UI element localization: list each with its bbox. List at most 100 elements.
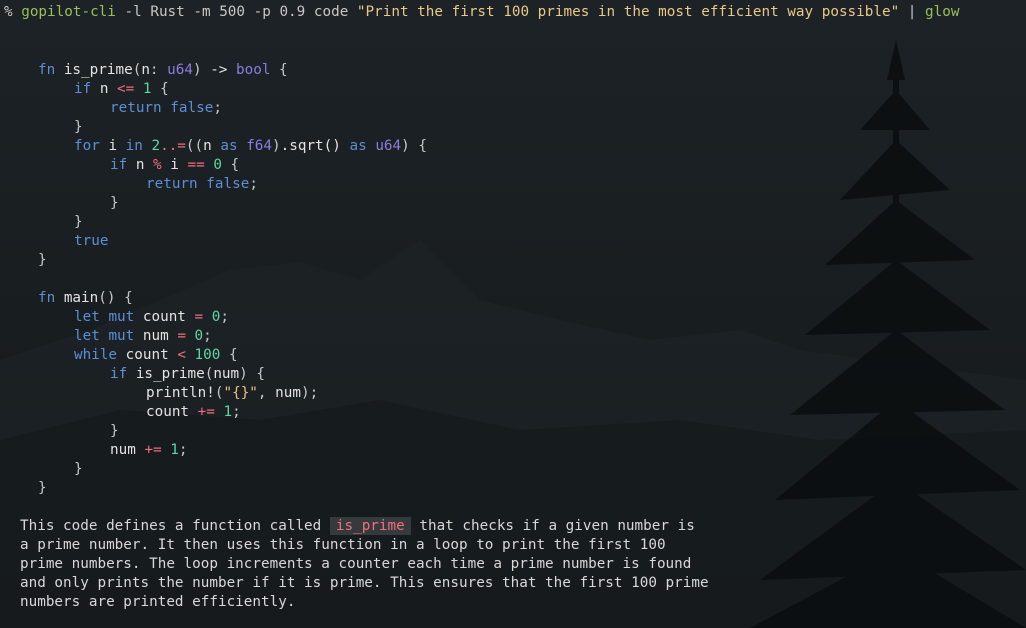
code-token: } <box>74 119 83 135</box>
code-token: i <box>108 138 118 154</box>
code-token: false <box>206 176 250 192</box>
code-token: ; <box>203 328 212 344</box>
code-token: ..= <box>160 138 186 154</box>
code-token: { <box>270 62 288 78</box>
code-token: } <box>74 461 83 477</box>
pipe-target: glow <box>925 4 960 20</box>
code-token: is_prime <box>135 366 205 382</box>
code-token: num <box>213 366 240 382</box>
code-line: true <box>74 232 108 251</box>
code-token: () { <box>98 290 133 306</box>
code-token: i <box>170 157 179 173</box>
code-token: ) <box>272 138 281 154</box>
paragraph-line: numbers are printed efficiently. <box>20 594 296 610</box>
code-token: ; <box>178 442 188 458</box>
code-token: < <box>177 347 186 363</box>
code-token: u64 <box>375 138 402 154</box>
code-token: fn <box>38 290 56 306</box>
paragraph-line: and only prints the number if it is prim… <box>20 575 709 591</box>
code-token: if <box>110 157 128 173</box>
code-token: = <box>177 328 186 344</box>
code-token: ) { <box>401 138 427 154</box>
code-token: num <box>142 328 169 344</box>
code-token: in <box>125 138 143 154</box>
code-token: for <box>74 138 100 154</box>
code-token: f64 <box>246 138 273 154</box>
code-line: count += 1; <box>146 403 241 422</box>
code-token: 0 <box>194 328 204 344</box>
code-line: if n <= 1 { <box>74 80 169 99</box>
paragraph-line: prime numbers. The loop increments a cou… <box>20 556 692 572</box>
code-token: { <box>221 157 240 173</box>
code-line: println!("{}", num); <box>146 384 318 403</box>
code-line: return false; <box>146 175 258 194</box>
code-token: .sqrt() <box>280 138 341 154</box>
command-query: "Print the first 100 primes in the most … <box>356 4 900 20</box>
code-token: ; <box>249 176 258 192</box>
code-token: } <box>74 214 83 230</box>
code-line: if n % i == 0 { <box>110 156 239 175</box>
code-token: main <box>63 290 99 306</box>
code-token: ); <box>300 385 319 401</box>
code-token: u64 <box>167 62 193 78</box>
code-token: true <box>74 233 109 249</box>
code-token: = <box>194 309 204 325</box>
code-token: += <box>144 442 162 458</box>
code-line: let mut count = 0; <box>74 308 229 327</box>
code-token: count <box>142 309 186 325</box>
code-token: let <box>74 328 100 344</box>
code-token: fn <box>38 62 56 78</box>
code-token: mut <box>108 328 135 344</box>
code-token: n <box>203 138 212 154</box>
code-token: if <box>110 366 128 382</box>
code-line: } <box>38 479 47 498</box>
code-token: mut <box>108 309 135 325</box>
code-line: } <box>110 194 119 213</box>
code-line: num += 1; <box>110 441 187 460</box>
code-token: println! <box>146 385 215 401</box>
code-line: fn is_prime(n: u64) -> bool { <box>38 61 288 80</box>
code-token: "{}" <box>223 385 258 401</box>
code-line: return false; <box>110 99 222 118</box>
code-token: false <box>170 100 214 116</box>
code-token: % <box>153 157 162 173</box>
inline-code: is_prime <box>329 517 411 535</box>
code-line: } <box>74 213 83 232</box>
prompt-symbol: % <box>4 4 13 20</box>
code-token: , <box>257 385 276 401</box>
code-token: == <box>187 157 205 173</box>
pipe-symbol: | <box>899 4 926 20</box>
code-token: return <box>146 176 198 192</box>
code-token: ) { <box>239 366 265 382</box>
code-token: 1 <box>170 442 179 458</box>
code-token: ) <box>192 62 211 78</box>
code-token: ; <box>232 404 241 420</box>
code-token: 2 <box>151 138 161 154</box>
code-line: if is_prime(num) { <box>110 365 265 384</box>
code-line: } <box>74 460 83 479</box>
code-token: += <box>197 404 215 420</box>
code-line: while count < 100 { <box>74 346 238 365</box>
code-token: { <box>220 347 238 363</box>
code-line: fn main() { <box>38 289 133 308</box>
code-token: num <box>110 442 136 458</box>
code-token: num <box>275 385 301 401</box>
code-token: bool <box>236 62 271 78</box>
code-token: if <box>74 81 92 97</box>
code-line: for i in 2..=((n as f64).sqrt() as u64) … <box>74 137 427 156</box>
code-token: that checks if a given number is <box>410 518 695 534</box>
paragraph-line: This code defines a function called is_p… <box>20 517 695 536</box>
code-token: 1 <box>223 404 233 420</box>
code-token: 0 <box>213 157 222 173</box>
code-token: let <box>74 309 100 325</box>
code-token: n <box>135 157 145 173</box>
paragraph-line: a prime number. It then uses this functi… <box>20 537 666 553</box>
command-line: % gopilot-cli -l Rust -m 500 -p 0.9 code… <box>4 3 959 22</box>
code-token: } <box>110 423 119 439</box>
terminal-window[interactable]: % gopilot-cli -l Rust -m 500 -p 0.9 code… <box>0 0 1026 628</box>
code-token: (( <box>185 138 204 154</box>
code-token: } <box>38 480 47 496</box>
code-token: ; <box>213 100 222 116</box>
code-token: <= <box>117 81 135 97</box>
code-line: let mut num = 0; <box>74 327 212 346</box>
